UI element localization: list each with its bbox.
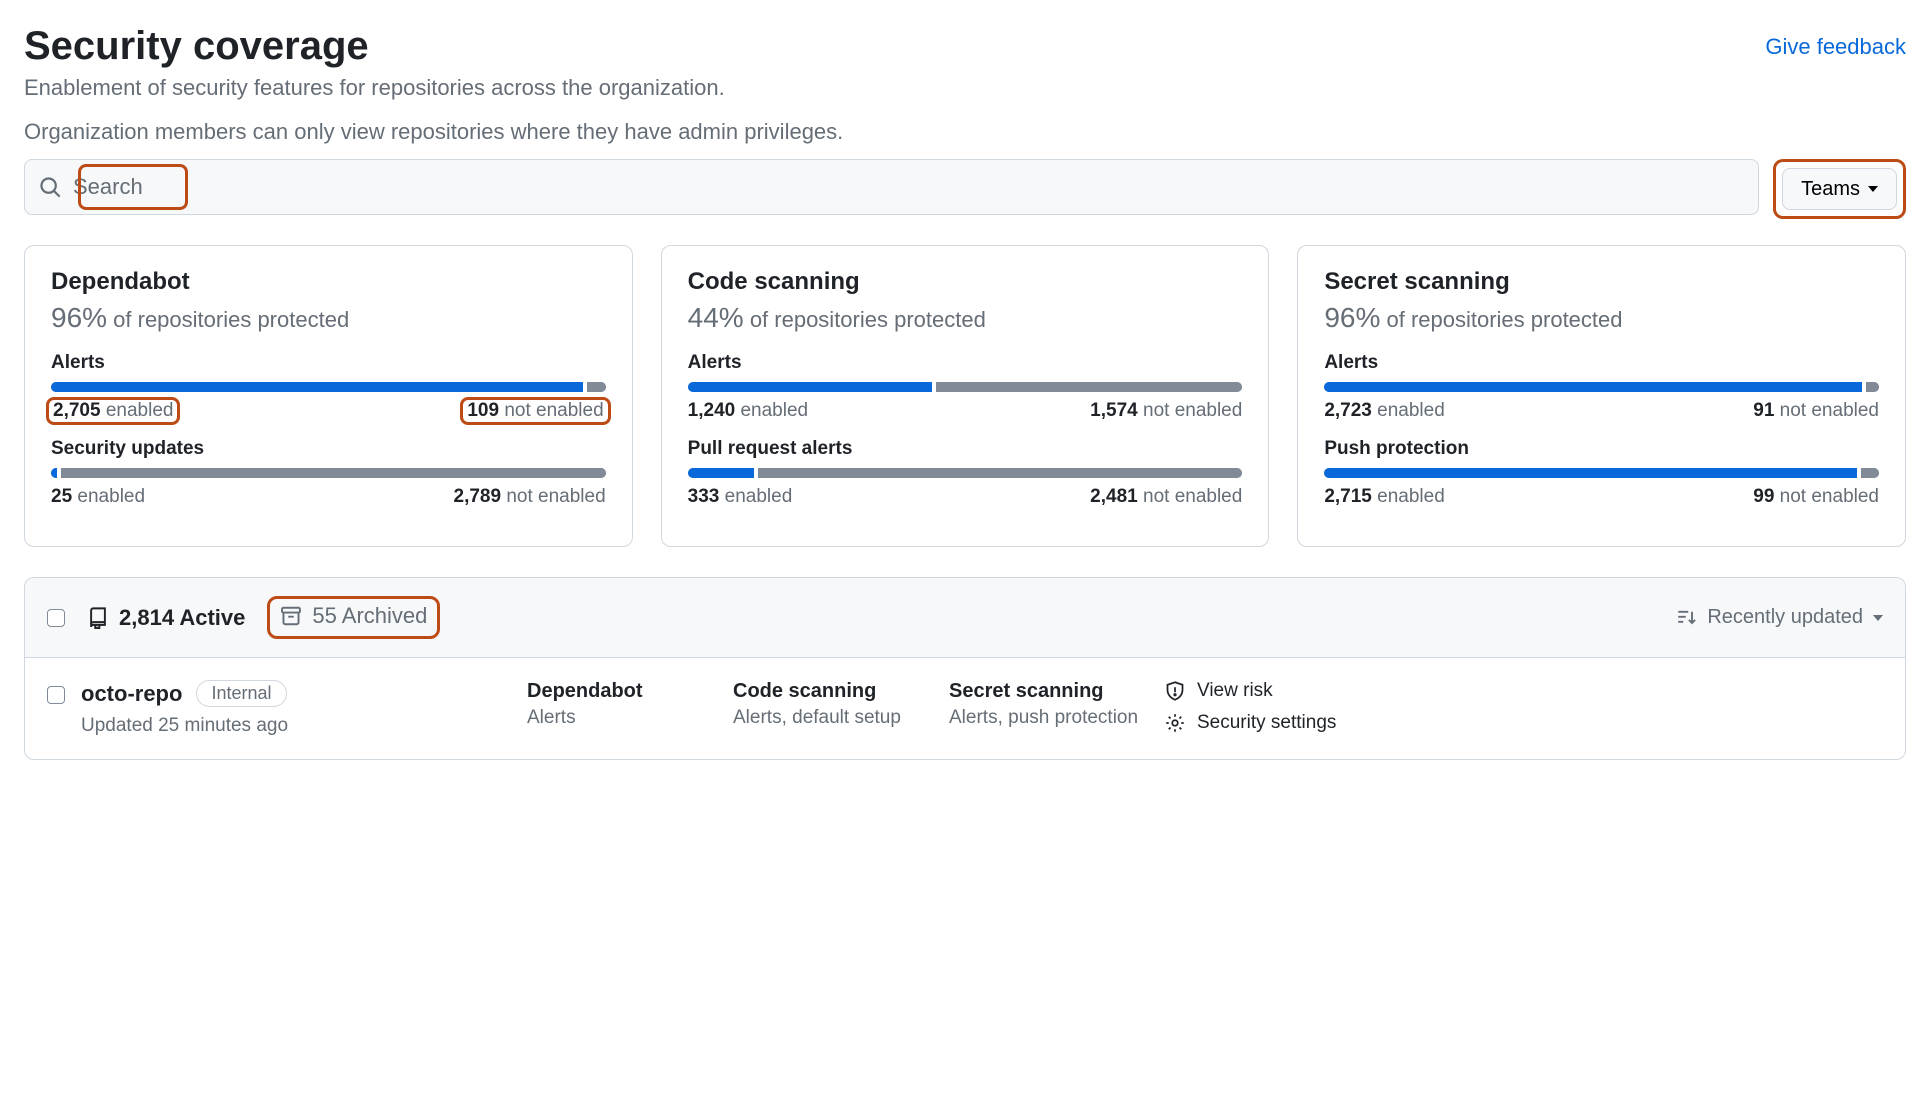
tab-archived[interactable]: 55 Archived (280, 603, 427, 629)
gear-icon (1165, 713, 1185, 733)
view-risk-link[interactable]: View risk (1165, 680, 1883, 702)
teams-dropdown-button[interactable]: Teams (1782, 168, 1897, 210)
table-header: 2,814 Active 55 Archived Recently update… (25, 578, 1905, 658)
coverage-cards: Dependabot 96% of repositories protected… (24, 245, 1906, 547)
metric-counts: 2,705 enabled109 not enabled (51, 400, 606, 422)
caret-down-icon (1868, 186, 1878, 192)
sort-dropdown[interactable]: Recently updated (1677, 606, 1883, 629)
metric-counts: 1,240 enabled1,574 not enabled (688, 400, 1243, 422)
metric-counts: 2,715 enabled99 not enabled (1324, 486, 1879, 508)
archive-icon (280, 605, 302, 627)
card-percent: 96% of repositories protected (51, 302, 606, 334)
repo-icon (87, 607, 109, 629)
coverage-card: Code scanning 44% of repositories protec… (661, 245, 1270, 547)
card-percent: 44% of repositories protected (688, 302, 1243, 334)
teams-highlight-annotation: Teams (1773, 159, 1906, 219)
coverage-card: Dependabot 96% of repositories protected… (24, 245, 633, 547)
card-title: Secret scanning (1324, 268, 1879, 296)
row-checkbox[interactable] (47, 686, 65, 704)
metric-label: Alerts (1324, 352, 1879, 374)
repo-name[interactable]: octo-repo (81, 681, 182, 707)
card-title: Code scanning (688, 268, 1243, 296)
progress-bar (1324, 468, 1879, 478)
caret-down-icon (1873, 615, 1883, 621)
table-row: octo-repo Internal Updated 25 minutes ag… (25, 658, 1905, 759)
metric-counts: 25 enabled2,789 not enabled (51, 486, 606, 508)
page-subhead: Enablement of security features for repo… (24, 75, 725, 101)
metric-label: Security updates (51, 438, 606, 460)
tab-active[interactable]: 2,814 Active (87, 605, 245, 631)
security-settings-link[interactable]: Security settings (1165, 712, 1883, 734)
metric-label: Alerts (688, 352, 1243, 374)
permissions-note: Organization members can only view repos… (24, 119, 1906, 145)
progress-bar (1324, 382, 1879, 392)
coverage-card: Secret scanning 96% of repositories prot… (1297, 245, 1906, 547)
metric-counts: 333 enabled2,481 not enabled (688, 486, 1243, 508)
col-dependabot: Dependabot Alerts (527, 680, 717, 729)
sort-icon (1677, 608, 1697, 628)
select-all-checkbox[interactable] (47, 609, 65, 627)
progress-bar (688, 468, 1243, 478)
metric-label: Alerts (51, 352, 606, 374)
progress-bar (51, 468, 606, 478)
progress-bar (688, 382, 1243, 392)
repo-table: 2,814 Active 55 Archived Recently update… (24, 577, 1906, 760)
visibility-badge: Internal (196, 680, 286, 707)
col-code-scanning: Code scanning Alerts, default setup (733, 680, 933, 729)
repo-updated: Updated 25 minutes ago (81, 715, 511, 737)
not-enabled-highlight: 109 not enabled (460, 397, 610, 425)
teams-label: Teams (1801, 178, 1860, 201)
search-icon (39, 176, 61, 198)
archived-highlight-annotation: 55 Archived (267, 596, 440, 639)
metric-counts: 2,723 enabled91 not enabled (1324, 400, 1879, 422)
give-feedback-link[interactable]: Give feedback (1765, 34, 1906, 60)
card-title: Dependabot (51, 268, 606, 296)
col-secret-scanning: Secret scanning Alerts, push protection (949, 680, 1149, 729)
enabled-highlight: 2,705 enabled (46, 397, 180, 425)
card-percent: 96% of repositories protected (1324, 302, 1879, 334)
shield-alert-icon (1165, 681, 1185, 701)
search-input[interactable] (71, 173, 1744, 201)
progress-bar (51, 382, 606, 392)
metric-label: Pull request alerts (688, 438, 1243, 460)
metric-label: Push protection (1324, 438, 1879, 460)
page-title: Security coverage (24, 24, 725, 69)
search-box[interactable] (24, 159, 1759, 215)
